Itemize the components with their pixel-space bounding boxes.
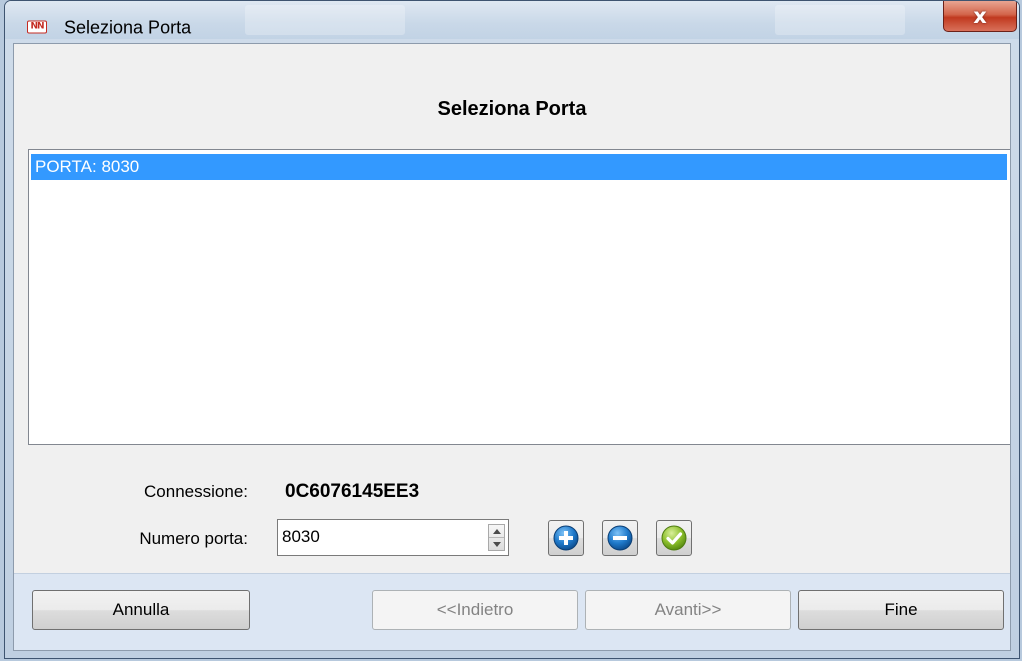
title-bar: NN Seleziona Porta x	[5, 1, 1019, 39]
close-button[interactable]: x	[943, 1, 1017, 32]
remove-port-button[interactable]	[602, 520, 638, 556]
finish-button[interactable]: Fine	[798, 590, 1004, 630]
check-icon	[661, 525, 687, 551]
background-ghost	[775, 5, 905, 35]
port-number-stepper[interactable]	[277, 519, 509, 556]
chevron-up-icon	[492, 528, 501, 534]
dialog-window: NN Seleziona Porta x Seleziona Porta POR…	[4, 0, 1020, 659]
connection-label: Connessione:	[144, 482, 248, 501]
plus-circle-icon	[553, 525, 579, 551]
back-button[interactable]: <<Indietro	[372, 590, 578, 630]
spin-buttons	[488, 524, 505, 551]
next-button[interactable]: Avanti>>	[585, 590, 791, 630]
port-list[interactable]: PORTA: 8030	[28, 149, 1010, 445]
window-title: Seleziona Porta	[64, 17, 192, 38]
add-port-button[interactable]	[548, 520, 584, 556]
spin-up-button[interactable]	[489, 525, 504, 538]
spin-down-button[interactable]	[489, 538, 504, 550]
minus-circle-icon	[607, 525, 633, 551]
app-icon: NN	[27, 20, 47, 34]
cancel-button[interactable]: Annulla	[32, 590, 250, 630]
confirm-port-button[interactable]	[656, 520, 692, 556]
port-number-label: Numero porta:	[139, 529, 248, 548]
close-icon: x	[973, 3, 987, 28]
chevron-down-icon	[492, 541, 501, 547]
background-ghost	[245, 5, 405, 35]
list-item[interactable]: PORTA: 8030	[31, 154, 1007, 180]
page-heading: Seleziona Porta	[437, 98, 587, 120]
port-number-input[interactable]	[280, 522, 474, 552]
dialog-content: Seleziona Porta PORTA: 8030 Connessione:…	[13, 43, 1011, 651]
connection-value: 0C6076145EE3	[285, 481, 420, 502]
